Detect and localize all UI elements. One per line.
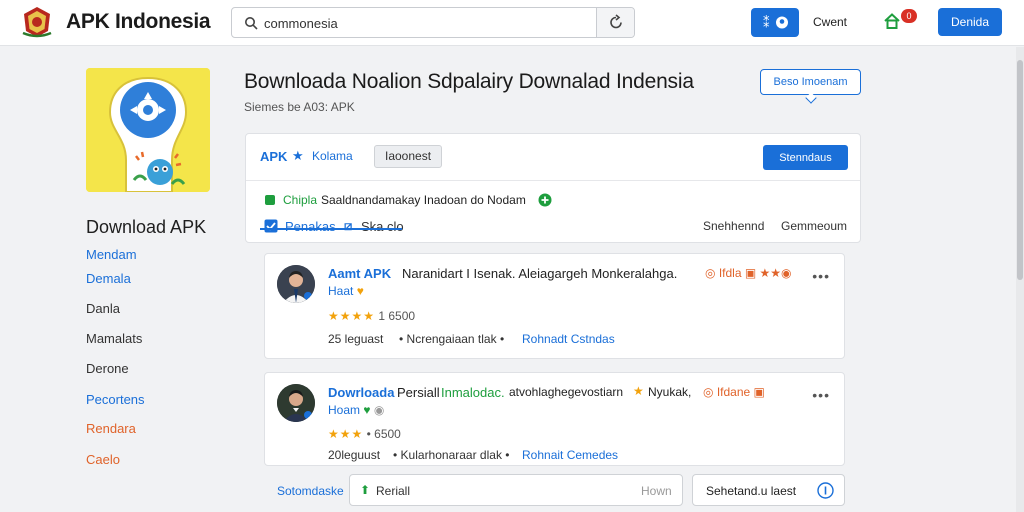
sidebar-title: Download APK: [86, 217, 207, 237]
card-title-accent[interactable]: Dowrloada: [328, 385, 394, 400]
primary-header-button[interactable]: Denida: [938, 8, 1002, 36]
more-options-icon[interactable]: •••: [812, 387, 830, 403]
card-title-green[interactable]: Inmalodac.: [441, 385, 505, 400]
category-pill[interactable]: Iaoonest: [374, 145, 443, 168]
stars-icon: ★★★★: [328, 309, 376, 323]
card-title-rest: atvohlaghegevostiarn: [509, 385, 624, 399]
brand-name[interactable]: APK Indonesia: [66, 10, 211, 34]
avatar: [277, 265, 315, 303]
bottom-input-hint: Hown: [641, 484, 672, 498]
card-second-text: Haat: [328, 284, 354, 298]
sidebar-item-derone[interactable]: Derone: [86, 361, 129, 376]
info-icon: ◉: [373, 403, 385, 417]
sidebar-item-rendara[interactable]: Rendara: [86, 421, 136, 436]
card-rating-row: ★★★★ 1 6500: [328, 309, 415, 323]
card-title-badge: ◎ Ifdane ▣: [703, 385, 765, 399]
circle-arrow-icon: [817, 482, 834, 499]
panel-action-button[interactable]: Stenndaus: [763, 145, 848, 170]
search-icon: [245, 17, 258, 30]
star-icon: ★: [633, 384, 644, 398]
card-rating: 1 6500: [378, 309, 416, 323]
card-meta-left: 20leguust: [328, 448, 381, 462]
home-icon[interactable]: [883, 12, 901, 30]
rating-label[interactable]: Kolama: [312, 149, 353, 163]
svg-text:⁑: ⁑: [763, 15, 770, 30]
add-circle-icon[interactable]: [538, 193, 552, 207]
search-input[interactable]: [264, 13, 584, 33]
emoji-icon: ♥: [363, 403, 371, 417]
sidebar-item-mamalats[interactable]: Mamalats: [86, 331, 142, 346]
bottom-link[interactable]: Sotomdaske: [277, 484, 344, 498]
card-title-tag: ◎ Ifdla ▣ ★★◉: [705, 266, 792, 280]
sort-left-label[interactable]: Snehhennd: [703, 219, 764, 233]
bottom-input[interactable]: ⬆ Reriall Hown: [349, 474, 683, 506]
person-avatar-icon: [277, 265, 315, 303]
notice-text: Saaldnandamakay Inadoan do Nodam: [321, 193, 526, 207]
apk-label: APK: [260, 149, 288, 164]
green-check-icon: [265, 195, 275, 205]
bottom-action-label: Sehetand.u laest: [706, 484, 797, 498]
sidebar-item-demala[interactable]: Demala: [86, 271, 131, 286]
filter-panel-header: APK ★ Kolama Iaoonest Stenndaus: [246, 134, 860, 181]
tab-ska-clo[interactable]: Ska clo: [361, 219, 404, 234]
tooltip-pointer: [805, 92, 817, 104]
sidebar-item-pecortens[interactable]: Pecortens: [86, 392, 145, 407]
card-meta-mid: • Kularhonaraar dlak •: [393, 448, 510, 462]
notice-prefix: Chipla: [283, 193, 318, 207]
emoji-icon: ♥: [356, 284, 364, 298]
app-card[interactable]: Aamt APK Naranidart I Isenak. Aleiagarge…: [264, 253, 845, 359]
card-second-line: Haat ♥: [328, 284, 364, 298]
card-title[interactable]: Naranidart I Isenak. Aleiagargeh Monkera…: [402, 266, 677, 281]
card-title-tail: Nyukak,: [648, 385, 692, 399]
card-meta-link[interactable]: Rohnait Cemedes: [522, 448, 618, 462]
card-second-text: Hoam: [328, 403, 361, 417]
card-badge-text: Ifdane: [716, 385, 751, 399]
card-second-line: Hoam ♥ ◉: [328, 403, 384, 417]
card-meta-mid-text: Ncrengaiaan tlak: [406, 332, 497, 346]
sidebar-item-mendam[interactable]: Mendam: [86, 247, 137, 262]
bottom-input-label: Reriall: [376, 484, 411, 498]
app-card[interactable]: Dowrloada Persiall Inmalodac. atvohlaghe…: [264, 372, 845, 466]
card-rating: 6500: [374, 427, 401, 441]
search-bar[interactable]: [231, 7, 635, 38]
card-meta-mid: • Ncrengaiaan tlak •: [399, 332, 505, 346]
app-icon-image: [86, 68, 210, 192]
page-scrollbar-thumb[interactable]: [1017, 60, 1023, 280]
sort-right-label[interactable]: Gemmeoum: [781, 219, 847, 233]
card-meta-mid-text: Kularhonaraar dlak: [400, 448, 502, 462]
download-icon: ⬆: [360, 483, 371, 497]
notification-badge[interactable]: 0: [901, 9, 917, 23]
search-submit-button[interactable]: [596, 8, 634, 37]
star-icon: ★: [292, 148, 304, 163]
page-title: Bownloada Noalion Sdpalairy Downalad Ind…: [244, 70, 694, 93]
filter-icon[interactable]: ⧄: [344, 218, 352, 234]
active-tab-indicator: [260, 228, 402, 230]
tab-penakas[interactable]: Penakas: [285, 219, 336, 234]
person-avatar-icon: [277, 384, 315, 422]
filter-panel: APK ★ Kolama Iaoonest Stenndaus Chipla S…: [245, 133, 861, 243]
stars-icon: ★★★: [328, 427, 364, 441]
apps-icon: ⁑: [763, 15, 788, 30]
app-logo-icon: [86, 68, 210, 192]
more-options-icon[interactable]: •••: [812, 268, 830, 284]
emblem-logo-icon[interactable]: [20, 5, 54, 39]
card-meta-link[interactable]: Rohnadt Cstndas: [522, 332, 615, 346]
checkbox-checked-icon[interactable]: [264, 219, 278, 233]
card-rating-row: ★★★ • 6500: [328, 427, 401, 441]
info-outline-button[interactable]: Beso Imoenam: [760, 69, 861, 104]
user-label[interactable]: Cwent: [813, 15, 847, 29]
apps-button[interactable]: ⁑: [751, 8, 799, 37]
card-title-accent[interactable]: Aamt APK: [328, 266, 391, 281]
avatar: [277, 384, 315, 422]
page-subtitle: Siemes be A03: APK: [244, 100, 355, 114]
sidebar-item-danla[interactable]: Danla: [86, 301, 120, 316]
refresh-icon: [610, 14, 622, 29]
card-title[interactable]: Persiall: [397, 385, 440, 400]
bottom-action-button[interactable]: Sehetand.u laest: [692, 474, 845, 506]
info-outline-button-label: Beso Imoenam: [773, 76, 848, 88]
card-meta-left: 25 leguast: [328, 332, 384, 346]
card-title-tail: Ifdla: [718, 266, 742, 280]
sidebar-item-caelo[interactable]: Caelo: [86, 452, 120, 467]
top-bar: APK Indonesia ⁑ Cwent 0 Denida: [0, 0, 1024, 46]
